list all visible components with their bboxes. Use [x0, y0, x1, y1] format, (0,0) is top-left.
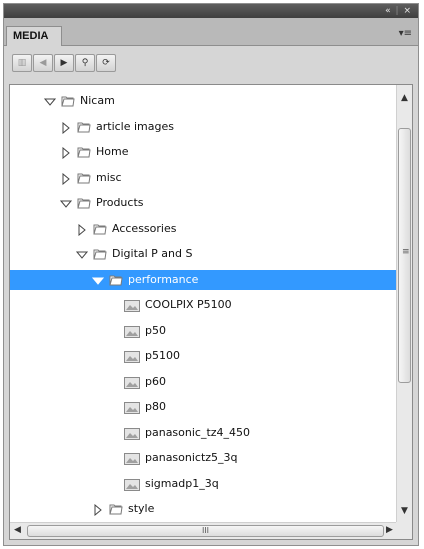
image-file-icon: [124, 401, 140, 414]
image-file-icon: [124, 325, 140, 338]
resize-grip-icon[interactable]: [396, 522, 412, 539]
search-icon[interactable]: ⚲: [75, 54, 95, 72]
folder-icon: [76, 144, 92, 160]
tree-folder-row[interactable]: performance: [10, 269, 396, 290]
folder-icon: [76, 195, 92, 211]
tree-item-label: Digital P and S: [112, 247, 193, 260]
expanded-arrow-icon[interactable]: [43, 95, 57, 107]
collapsed-arrow-icon[interactable]: [76, 223, 88, 236]
folder-icon: [76, 170, 92, 186]
tree-folder-row[interactable]: Products: [10, 193, 396, 213]
tree-item-label: sigmadp1_3q: [145, 476, 219, 490]
collapsed-arrow-icon[interactable]: [60, 121, 72, 134]
expanded-arrow-icon[interactable]: [91, 274, 105, 286]
tree-file-row[interactable]: p5100: [10, 346, 396, 366]
panel-titlebar: « | ×: [4, 4, 418, 18]
tree-item-label: Products: [96, 196, 144, 209]
scroll-up-icon[interactable]: ▲: [401, 93, 408, 103]
tree-item-label: misc: [96, 170, 122, 184]
tree-file-row[interactable]: p60: [10, 372, 396, 392]
vertical-scroll-thumb[interactable]: ≡: [398, 128, 411, 383]
tree-file-row[interactable]: p80: [10, 397, 396, 417]
expanded-arrow-icon[interactable]: [59, 197, 73, 209]
image-file-icon: [124, 299, 140, 312]
refresh-icon[interactable]: ⟳: [96, 54, 116, 72]
tree-item-label: p5100: [145, 349, 180, 362]
collapsed-arrow-icon[interactable]: [92, 503, 104, 517]
tree-folder-row[interactable]: article images: [10, 117, 396, 137]
tree-file-row[interactable]: COOLPIX P5100: [10, 295, 396, 315]
horizontal-scrollbar[interactable]: ◀ III ▶: [10, 522, 396, 539]
forward-icon[interactable]: ▶: [54, 54, 74, 72]
tree-folder-row[interactable]: Nicam: [10, 91, 396, 111]
tree-folder-row[interactable]: misc: [10, 168, 396, 188]
toolbar: ▥ ◀ ▶ ⚲ ⟳: [4, 46, 418, 82]
tree-item-label: Nicam: [80, 94, 115, 107]
folder-icon: [108, 501, 124, 517]
tree-item-label: performance: [128, 272, 199, 286]
back-icon[interactable]: ◀: [33, 54, 53, 72]
scroll-down-icon[interactable]: ▼: [401, 506, 408, 516]
tree-file-row[interactable]: sigmadp1_3q: [10, 474, 396, 494]
folder-icon: [92, 221, 108, 237]
tree-file-row[interactable]: p50: [10, 321, 396, 341]
folder-icon: [108, 272, 124, 288]
folder-icon: [60, 93, 76, 109]
tab-media[interactable]: MEDIA: [6, 26, 62, 46]
tree-item-label: COOLPIX P5100: [145, 298, 232, 311]
tree-file-row[interactable]: panasonictz5_3q: [10, 448, 396, 468]
image-file-icon: [124, 427, 140, 440]
folder-icon: [92, 246, 108, 262]
tree-folder-row[interactable]: Accessories: [10, 219, 396, 239]
tree-item-label: p80: [145, 400, 166, 413]
image-file-icon: [124, 350, 140, 363]
collapse-icon[interactable]: «: [385, 6, 392, 16]
tree-item-label: panasonictz5_3q: [145, 451, 238, 464]
tree-folder-row[interactable]: Digital P and S: [10, 244, 396, 264]
tree-folder-row[interactable]: style: [10, 499, 396, 519]
collapsed-arrow-icon[interactable]: [60, 172, 72, 185]
media-tree: Nicam article images Home misc Products Acces…: [9, 84, 413, 540]
tree-item-label: p60: [145, 374, 166, 388]
tree-file-row[interactable]: panasonic_tz4_450: [10, 423, 396, 443]
collapsed-arrow-icon[interactable]: [60, 146, 72, 160]
image-file-icon: [124, 478, 140, 491]
folder-icon: [76, 119, 92, 135]
tab-row: MEDIA ▾≡: [4, 18, 418, 46]
tree-item-label: Accessories: [112, 221, 177, 235]
tree-item-label: p50: [145, 323, 166, 337]
close-icon[interactable]: ×: [403, 6, 412, 16]
tree-item-label: Home: [96, 145, 129, 158]
scroll-left-icon[interactable]: ◀: [14, 525, 21, 535]
tree-item-label: panasonic_tz4_450: [145, 425, 251, 439]
horizontal-scroll-thumb[interactable]: III: [27, 525, 384, 537]
vertical-scrollbar[interactable]: ▲ ≡ ▼: [396, 85, 412, 523]
scroll-grip-icon: ≡: [402, 247, 410, 257]
scroll-right-icon[interactable]: ▶: [386, 525, 393, 535]
image-file-icon: [124, 376, 140, 389]
panel-menu-icon[interactable]: ▾≡: [399, 28, 412, 39]
tree-item-label: article images: [96, 119, 174, 133]
media-panel: « | × MEDIA ▾≡ ▥ ◀ ▶ ⚲ ⟳ Nicam article images…: [3, 3, 419, 546]
page-icon[interactable]: ▥: [12, 54, 32, 72]
tree-folder-row[interactable]: Home: [10, 142, 396, 162]
expanded-arrow-icon[interactable]: [75, 248, 89, 260]
image-file-icon: [124, 452, 140, 465]
tree-item-label: style: [128, 502, 155, 515]
